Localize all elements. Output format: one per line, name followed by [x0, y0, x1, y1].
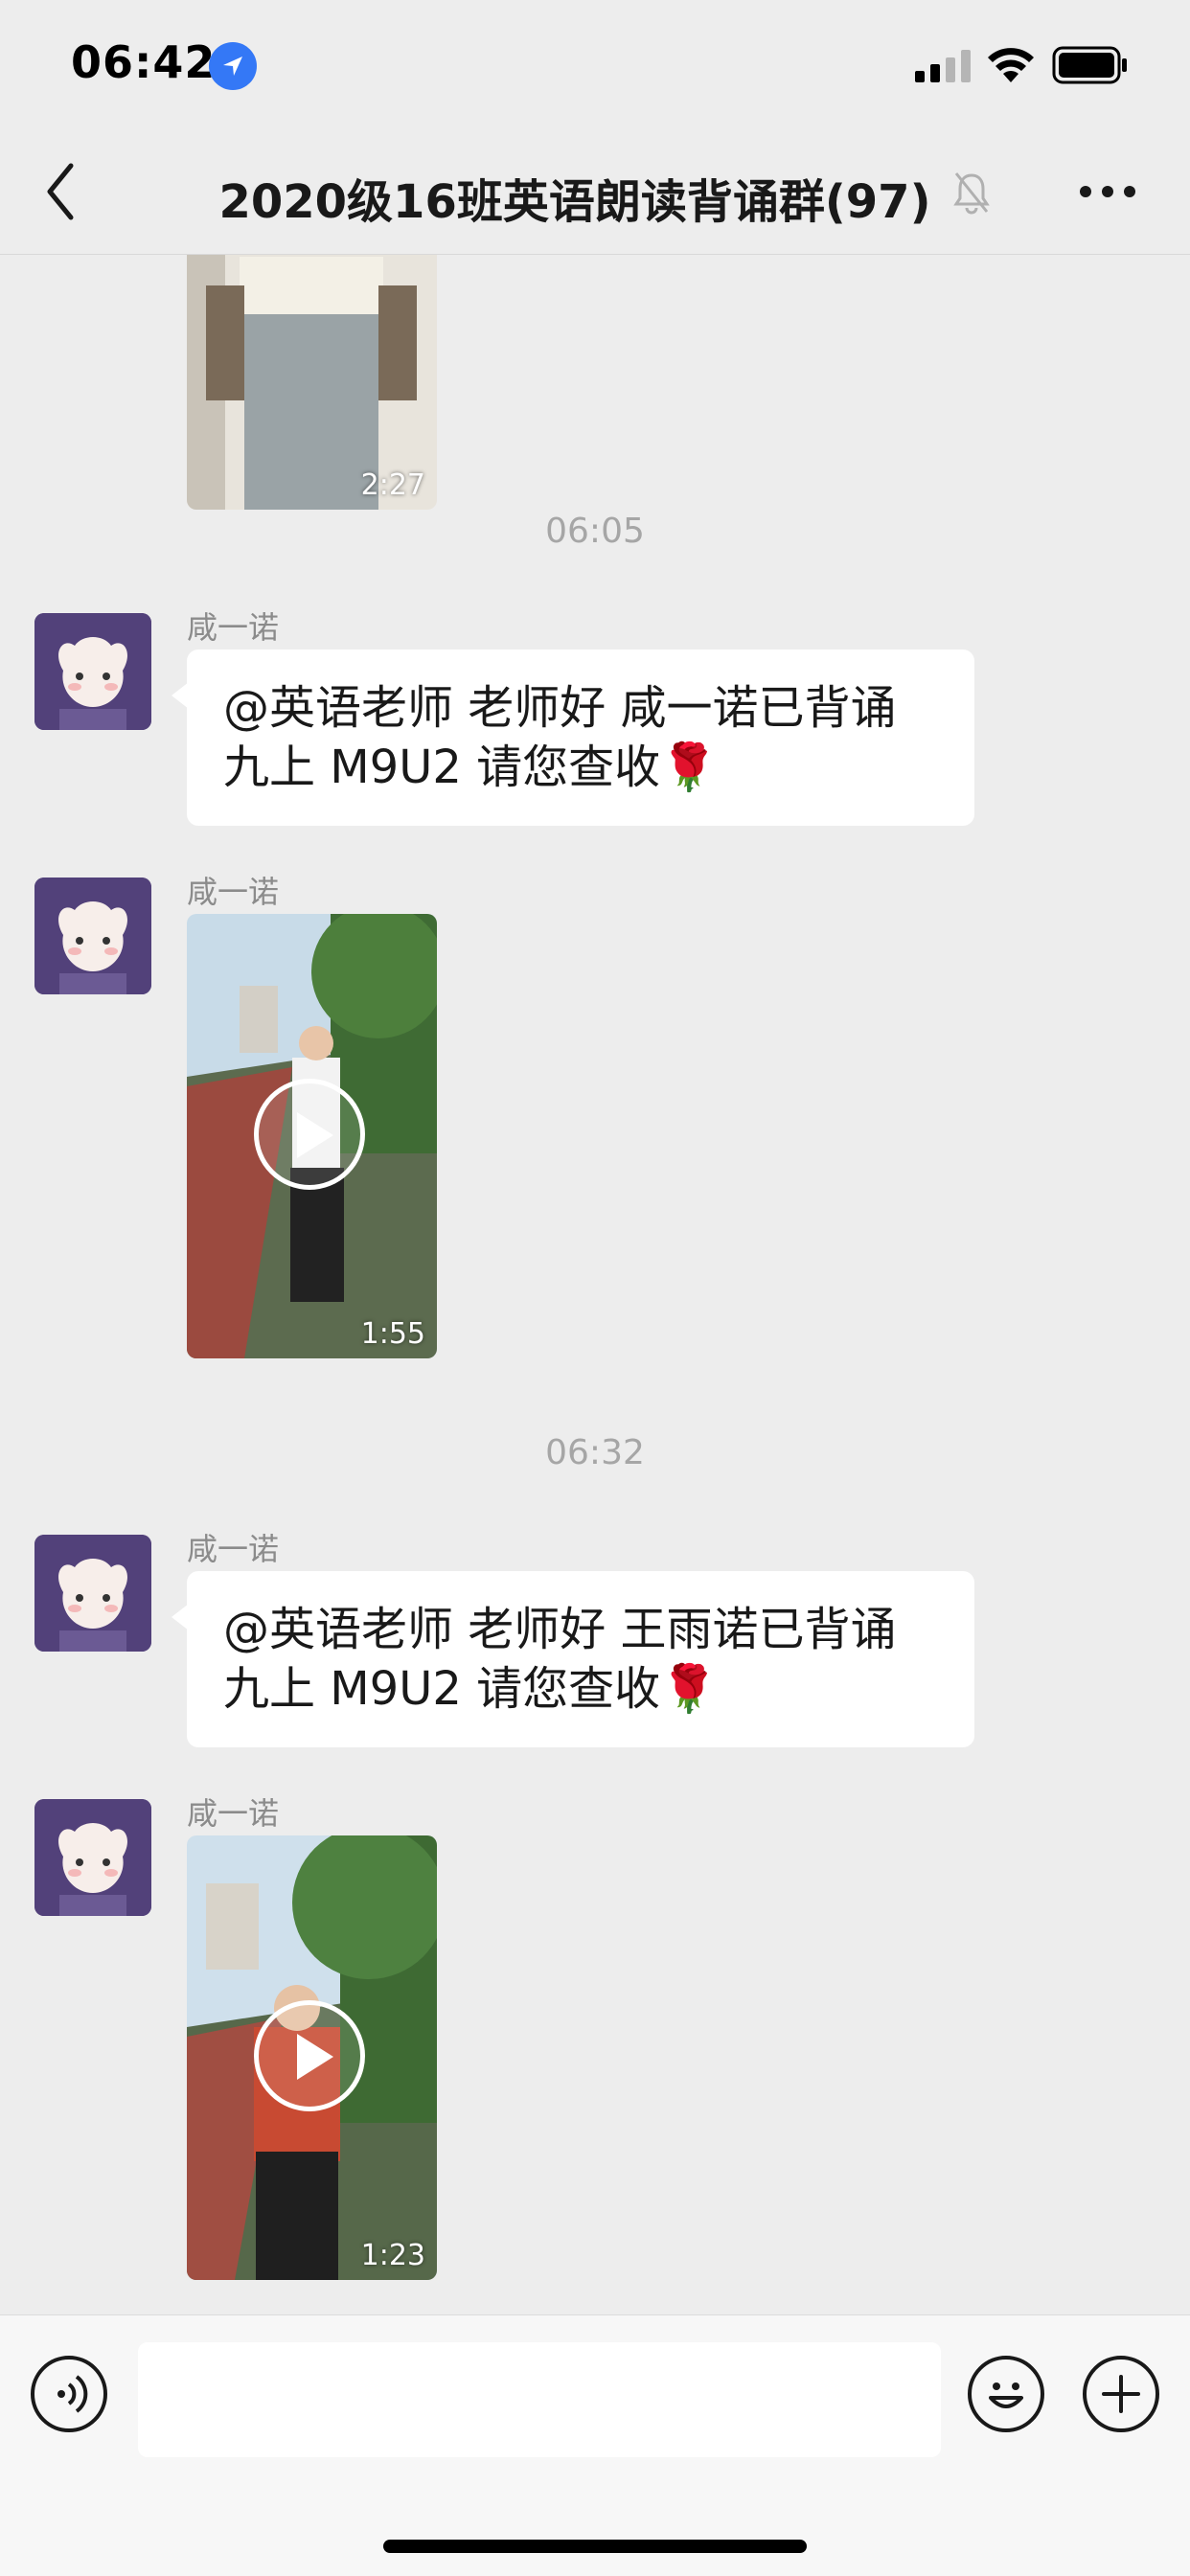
text-message[interactable]: @英语老师 老师好 王雨诺已背诵九上 M9U2 请您查收🌹: [172, 1571, 974, 1747]
video-duration: 1:23: [360, 2239, 425, 2272]
status-time: 06:42: [71, 36, 217, 88]
status-bar: 06:42: [0, 0, 1190, 129]
message-list[interactable]: 2:27 06:05 咸一诺 @英语老师 老师好 咸一诺已背诵九上 M9U2 请…: [0, 255, 1190, 2314]
timestamp: 06:32: [545, 1433, 645, 1472]
input-bar: [0, 2314, 1190, 2576]
video-message[interactable]: 2:27: [187, 255, 437, 510]
wifi-icon: [988, 48, 1034, 82]
avatar[interactable]: [34, 878, 151, 994]
chat-title: 2020级16班英语朗读背诵群(97): [218, 175, 931, 229]
play-icon[interactable]: [254, 2000, 365, 2111]
bell-muted-icon: [953, 172, 990, 215]
ellipsis-icon[interactable]: [1079, 185, 1136, 198]
location-icon: [209, 42, 257, 90]
chat-header: 2020级16班英语朗读背诵群(97): [0, 129, 1190, 255]
video-message[interactable]: 1:55: [187, 914, 437, 1358]
emoji-icon[interactable]: [968, 2356, 1044, 2432]
avatar[interactable]: [34, 613, 151, 730]
video-duration: 2:27: [360, 468, 425, 502]
chevron-left-icon[interactable]: [42, 158, 80, 225]
cellular-signal-icon: [915, 50, 971, 82]
battery-icon: [1052, 46, 1127, 84]
avatar[interactable]: [34, 1799, 151, 1916]
video-message[interactable]: 1:23: [187, 1835, 437, 2280]
plus-icon[interactable]: [1083, 2356, 1159, 2432]
sender-name: 咸一诺: [187, 874, 280, 910]
text-message[interactable]: @英语老师 老师好 咸一诺已背诵九上 M9U2 请您查收🌹: [172, 650, 974, 826]
play-icon[interactable]: [254, 1079, 365, 1190]
video-duration: 1:55: [360, 1317, 425, 1351]
sender-name: 咸一诺: [187, 609, 280, 646]
home-indicator[interactable]: [383, 2540, 807, 2553]
message-input[interactable]: [138, 2342, 941, 2457]
sender-name: 咸一诺: [187, 1531, 280, 1567]
timestamp: 06:05: [545, 512, 645, 551]
sender-name: 咸一诺: [187, 1795, 280, 1832]
voice-icon[interactable]: [31, 2356, 107, 2432]
avatar[interactable]: [34, 1535, 151, 1652]
